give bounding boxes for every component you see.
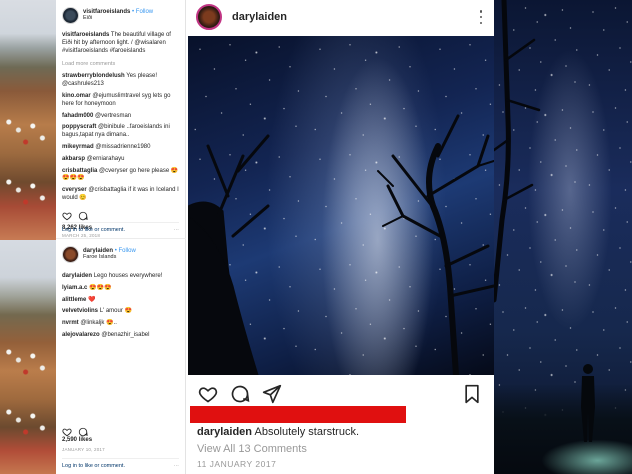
right-photo-night-sky [494,0,632,474]
post-location[interactable]: Eiði [83,15,153,21]
comment-text: @vertresman [93,112,132,119]
comment-text: @erniarahayu [85,155,125,162]
comment: alejovalarezo @benazhir_isabel [62,332,180,340]
comment-user[interactable]: fahadm000 [62,113,93,119]
comment-icon[interactable] [230,384,250,404]
comment: akbarsp @erniarahayu [62,156,180,164]
comment-user[interactable]: lyiam.a.c [62,285,87,291]
post-image-night-sky[interactable] [188,36,494,375]
comment: strawberryblondelush Yes please! @cashru… [62,73,180,89]
load-more-comments[interactable]: Load more comments [62,61,180,67]
feed-post: visitfaroeislands • Follow Eiði visitfar… [56,0,186,238]
left-photo-village-bottom [0,240,56,474]
card-username[interactable]: darylaiden [232,11,478,23]
more-options-icon[interactable]: ··· [174,463,180,469]
comment: kino.omar @ejumuslimtravel syg lets go h… [62,93,180,109]
caption-text: Absolutely starstruck. [254,426,360,438]
bookmark-icon[interactable] [462,384,482,404]
comment-user[interactable]: poppyscraft [62,124,96,130]
caption-user[interactable]: darylaiden [62,273,92,279]
login-prompt: Log in to like or comment. [62,463,125,469]
comment-user[interactable]: alittleme [62,297,86,303]
comment: velvetviolins L' amour 😍 [62,308,180,316]
post-header: darylaiden • Follow Faroe Islands [62,239,180,269]
more-vertical-icon[interactable] [478,10,484,24]
redaction-bar [190,406,406,423]
comment-text: L' amour 😍 [98,308,132,315]
person-silhouette-graphic [581,364,595,442]
comment-text: @linkaljk 😍.. [78,320,117,327]
instagram-feed-panel: visitfaroeislands • Follow Eiði visitfar… [56,0,186,474]
caption-user[interactable]: visitfaroeislands [62,32,109,38]
houses-graphic [4,400,52,440]
post-caption: darylaiden Lego houses everywhere! [62,273,180,281]
heart-icon[interactable] [198,384,218,404]
comment: poppyscraft @binibule ..faroeislands ini… [62,124,180,140]
follow-button[interactable]: • Follow [115,248,136,254]
card-date: 11 JANUARY 2017 [197,459,277,469]
likes-count[interactable]: 2,590 likes [62,437,92,443]
card-actions [198,383,482,405]
houses-graphic [4,170,52,210]
houses-graphic [4,340,52,380]
post-caption: visitfaroeislands The beautiful village … [62,32,180,55]
feed-post: darylaiden • Follow Faroe Islands daryla… [56,238,186,474]
houses-graphic [4,110,52,150]
comment-user[interactable]: crisbattaglia [62,168,97,174]
login-prompt: Log in to like or comment. [62,227,125,233]
login-link[interactable]: Log in to like or comment. [62,463,125,469]
comment-user[interactable]: strawberryblondelush [62,73,125,79]
post-location[interactable]: Faroe Islands [83,254,136,260]
comment-user[interactable]: kino.omar [62,93,91,99]
comment-user[interactable]: cveryser [62,187,87,193]
comment: lyiam.a.c 😍😍😍 [62,285,180,293]
comment: fahadm000 @vertresman [62,113,180,121]
comment-user[interactable]: akbarsp [62,156,85,162]
follow-button[interactable]: • Follow [132,9,153,15]
comment-user[interactable]: nvrmt [62,320,79,326]
comment-text: ❤️ [86,296,96,303]
avatar[interactable] [196,4,222,30]
ground-glow [494,384,632,474]
comment: alittleme ❤️ [62,297,180,305]
comment-list: lyiam.a.c 😍😍😍 alittleme ❤️ velvetviolins L… [62,285,180,340]
comment-user[interactable]: velvetviolins [62,308,98,314]
caption-text: Lego houses everywhere! [93,273,163,279]
post-date: MARCH 25, 2018 [62,232,101,238]
post-actions [62,209,180,223]
heart-icon[interactable] [62,427,72,437]
share-icon[interactable] [262,384,282,404]
comment-icon[interactable] [78,427,88,437]
card-caption: darylaiden Absolutely starstruck. [197,426,359,438]
login-bar: Log in to like or comment. ··· [62,222,179,233]
comment: cveryser @crisbattaglia if it was in Ice… [62,187,180,203]
comment: mikeyrmad @missadrienne1980 [62,144,180,152]
comment-text: 😍😍😍 [87,284,112,291]
tree-silhouette-graphic [188,114,494,375]
comment-user[interactable]: mikeyrmad [62,144,94,150]
heart-icon[interactable] [62,211,72,221]
comment: crisbattaglia @cveryser go here please 😍… [62,168,180,184]
comment-icon[interactable] [78,211,88,221]
login-link[interactable]: Log in to like or comment. [62,227,125,233]
comment-text: @missadrienne1980 [93,143,151,150]
comment: nvrmt @linkaljk 😍.. [62,320,180,328]
post-date: JANUARY 10, 2017 [62,447,105,452]
post-header: visitfaroeislands • Follow Eiði [62,0,180,30]
avatar[interactable] [62,245,79,263]
comment-user[interactable]: alejovalarezo [62,332,100,338]
login-bar: Log in to like or comment. ··· [62,458,179,469]
caption-user[interactable]: darylaiden [197,426,252,438]
left-photo-village-top [0,0,56,240]
card-header: darylaiden [186,0,494,34]
view-comments-link[interactable]: View All 13 Comments [197,443,307,455]
more-options-icon[interactable]: ··· [174,227,180,233]
comment-text: @benazhir_isabel [99,331,150,338]
post-card: darylaiden darylaiden Absolutely starstr… [186,0,494,474]
screen: visitfaroeislands • Follow Eiði visitfar… [0,0,632,474]
comment-list: strawberryblondelush Yes please! @cashru… [62,73,180,202]
avatar[interactable] [62,6,79,24]
